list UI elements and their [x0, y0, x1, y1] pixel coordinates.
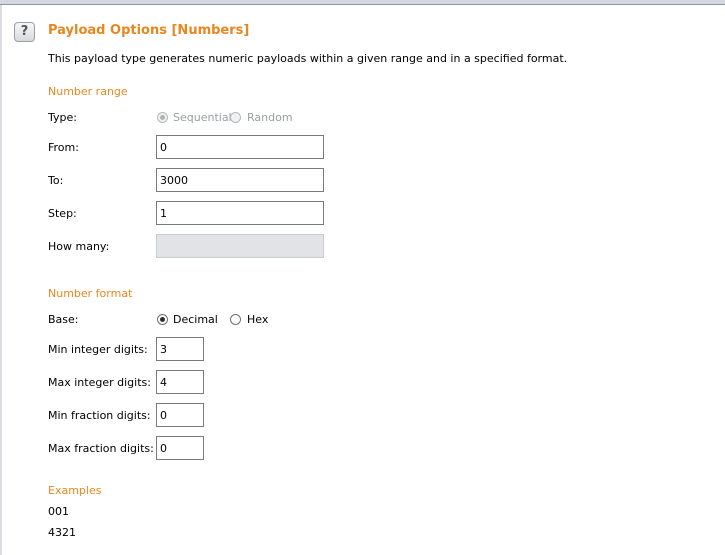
- radio-sequential[interactable]: [157, 112, 168, 123]
- payload-description: This payload type generates numeric payl…: [48, 52, 568, 65]
- max-integer-digits-label: Max integer digits:: [48, 376, 151, 389]
- page-title: Payload Options [Numbers]: [48, 23, 250, 38]
- radio-decimal-label: Decimal: [173, 313, 218, 326]
- radio-hex-label: Hex: [247, 313, 269, 326]
- radio-selected-dot: [160, 115, 165, 120]
- from-input[interactable]: [156, 135, 324, 159]
- help-icon[interactable]: ?: [14, 22, 35, 42]
- max-integer-digits-input[interactable]: [156, 370, 204, 394]
- radio-random[interactable]: [230, 112, 241, 123]
- max-fraction-digits-label: Max fraction digits:: [48, 442, 154, 455]
- radio-random-label: Random: [247, 111, 293, 124]
- how-many-input[interactable]: [156, 234, 324, 258]
- min-integer-digits-input[interactable]: [156, 337, 204, 361]
- radio-sequential-label: Sequential: [173, 111, 232, 124]
- to-input[interactable]: [156, 168, 324, 192]
- section-examples: Examples: [48, 484, 102, 497]
- section-number-range: Number range: [48, 85, 128, 98]
- type-label: Type:: [48, 111, 77, 124]
- min-fraction-digits-label: Min fraction digits:: [48, 409, 151, 422]
- example-item: 001: [48, 505, 69, 518]
- from-label: From:: [48, 141, 79, 154]
- step-label: Step:: [48, 207, 77, 220]
- radio-decimal[interactable]: [157, 314, 168, 325]
- panel-left-edge: [0, 5, 2, 555]
- step-input[interactable]: [156, 201, 324, 225]
- min-integer-digits-label: Min integer digits:: [48, 343, 148, 356]
- to-label: To:: [48, 174, 64, 187]
- window-top-border: [0, 0, 725, 5]
- example-item: 4321: [48, 526, 76, 539]
- base-label: Base:: [48, 313, 79, 326]
- min-fraction-digits-input[interactable]: [156, 403, 204, 427]
- how-many-label: How many:: [48, 240, 110, 253]
- radio-selected-dot: [160, 317, 165, 322]
- radio-hex[interactable]: [230, 314, 241, 325]
- max-fraction-digits-input[interactable]: [156, 436, 204, 460]
- section-number-format: Number format: [48, 287, 133, 300]
